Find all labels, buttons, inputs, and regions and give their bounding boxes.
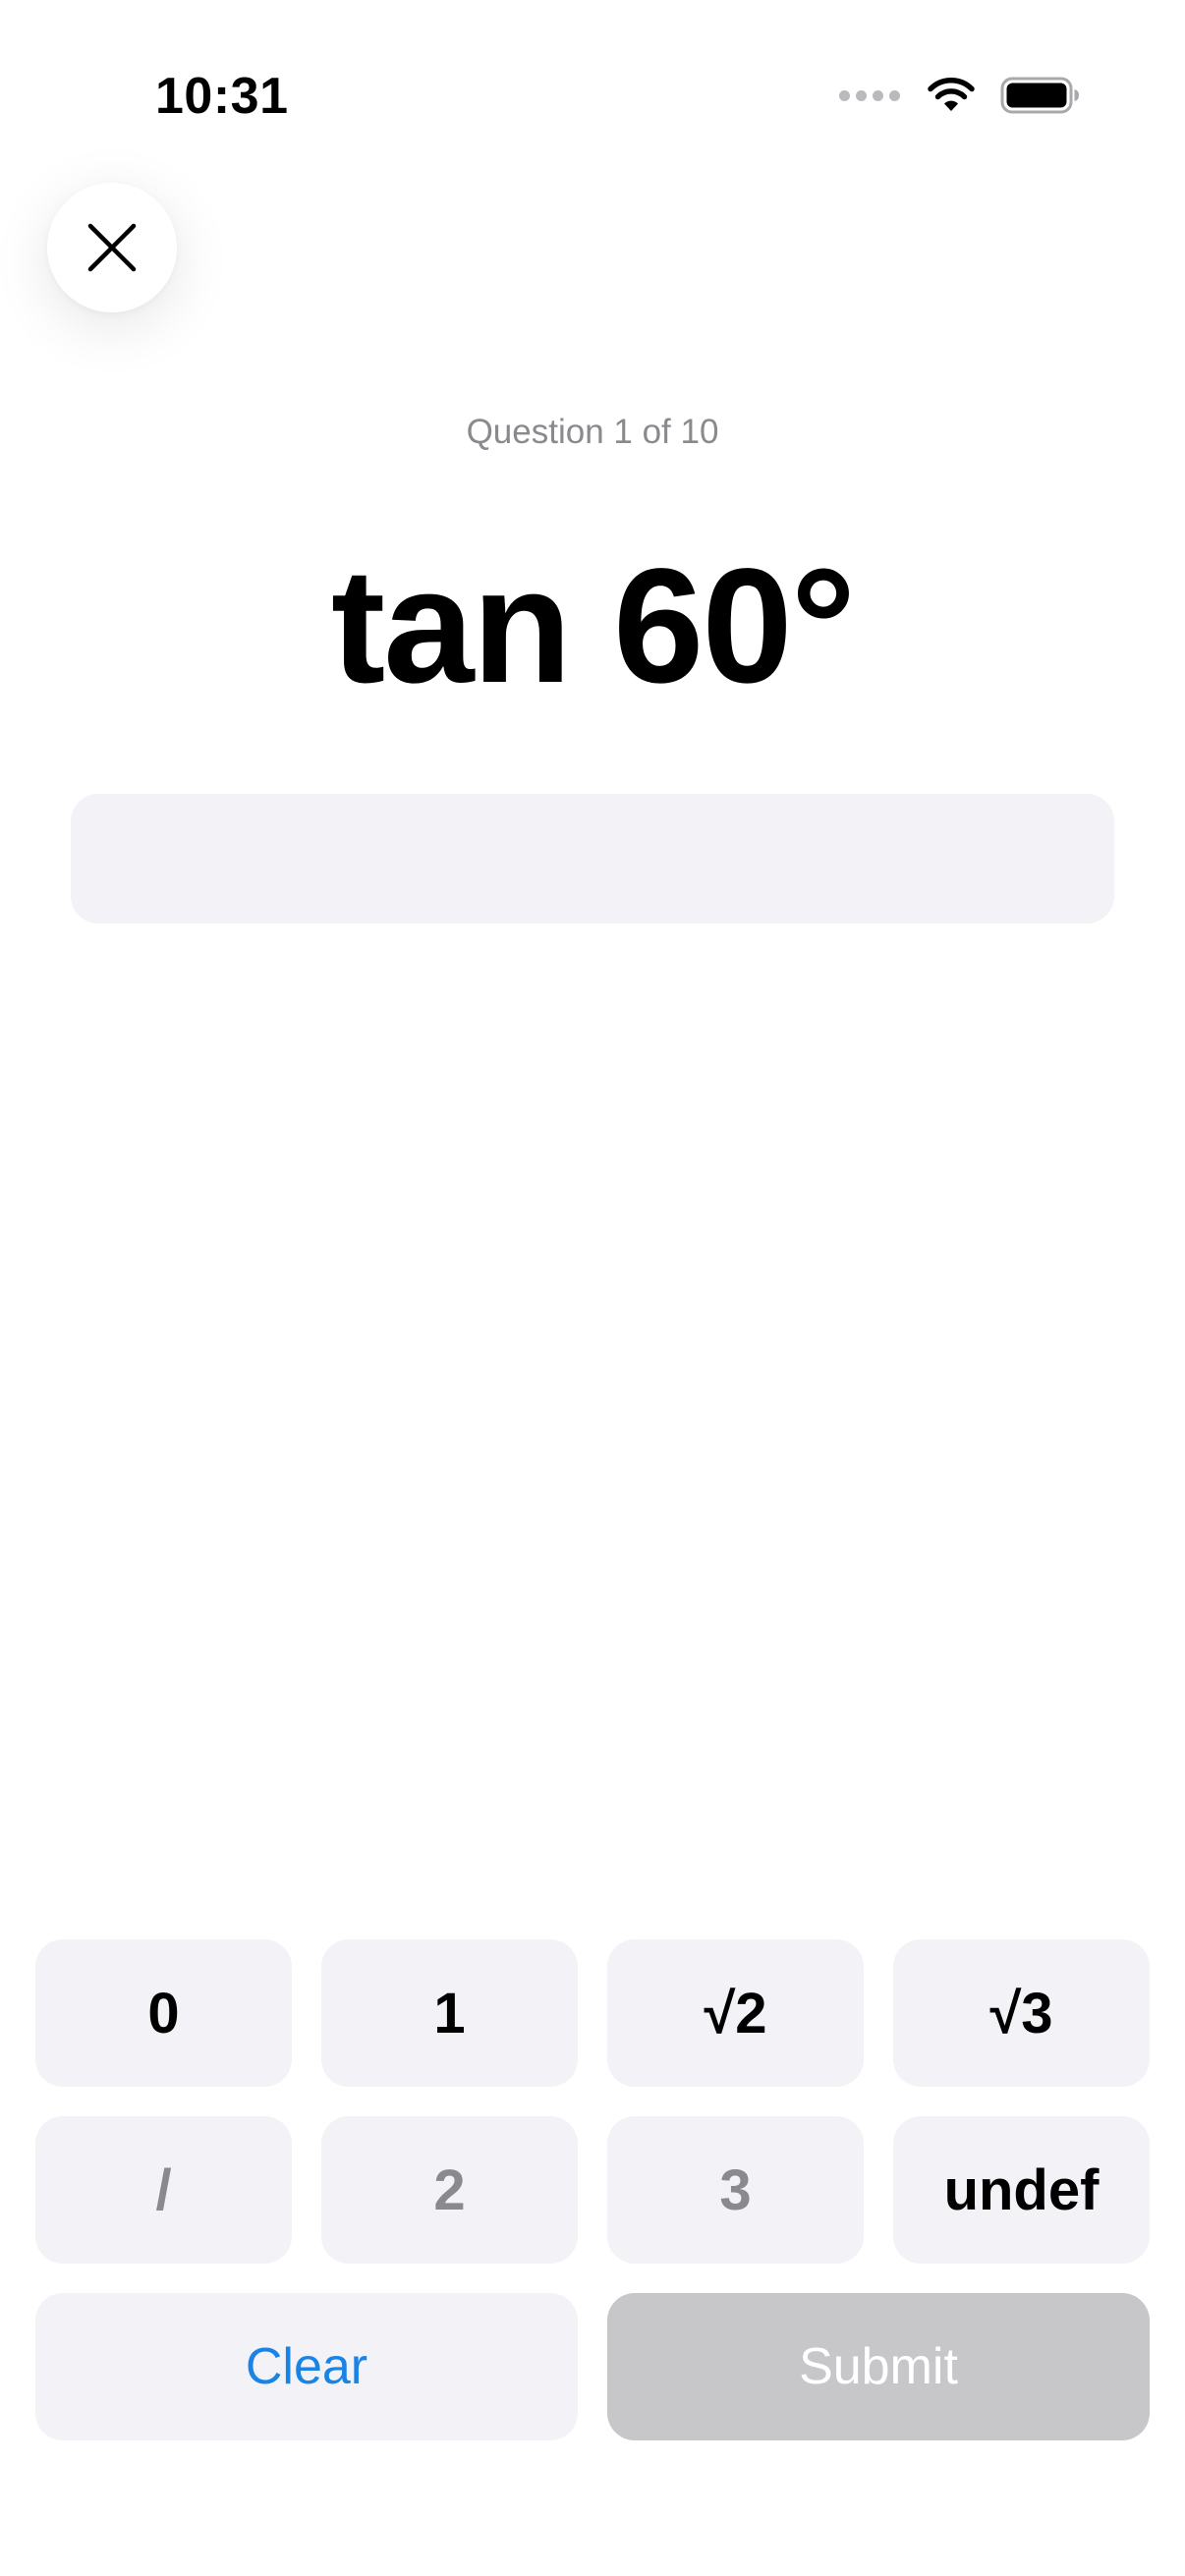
question-counter: Question 1 of 10: [466, 413, 719, 451]
answer-keypad: 0 1 √2 √3 / 2 3 undef Clear Submit: [35, 1939, 1150, 2470]
cellular-signal-icon: [839, 89, 900, 101]
key-fraction-slash[interactable]: /: [35, 2116, 292, 2264]
close-icon: [87, 223, 137, 272]
key-3[interactable]: 3: [607, 2116, 864, 2264]
answer-field[interactable]: [71, 794, 1114, 924]
key-1[interactable]: 1: [321, 1939, 578, 2087]
submit-button[interactable]: Submit: [607, 2293, 1150, 2440]
status-time: 10:31: [155, 68, 289, 125]
wifi-icon: [928, 78, 975, 111]
close-button[interactable]: [47, 183, 177, 312]
keypad-row: 0 1 √2 √3: [35, 1939, 1150, 2087]
keypad-row: Clear Submit: [35, 2293, 1150, 2440]
key-sqrt-2[interactable]: √2: [607, 1939, 864, 2087]
question-prompt: tan 60°: [330, 535, 856, 717]
key-undefined[interactable]: undef: [893, 2116, 1150, 2264]
clear-button[interactable]: Clear: [35, 2293, 578, 2440]
status-icons: [839, 71, 1081, 120]
key-0[interactable]: 0: [35, 1939, 292, 2087]
key-2[interactable]: 2: [321, 2116, 578, 2264]
battery-icon: [1000, 77, 1079, 114]
key-sqrt-3[interactable]: √3: [893, 1939, 1150, 2087]
keypad-row: / 2 3 undef: [35, 2116, 1150, 2264]
